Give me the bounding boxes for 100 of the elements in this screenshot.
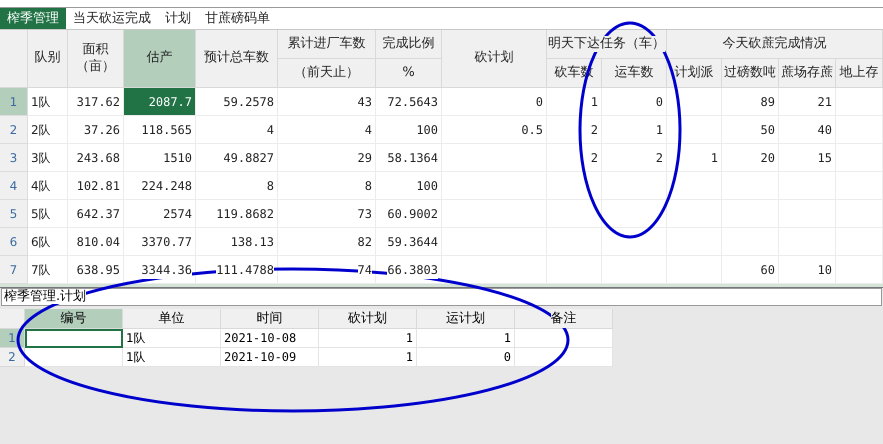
- panel-title: 榨季管理.计划: [1, 288, 882, 306]
- column-header[interactable]: 编号: [25, 309, 123, 329]
- empty-cell: [667, 88, 722, 116]
- table-cell: 1: [319, 348, 417, 367]
- table-cell: 40: [779, 116, 836, 144]
- table-cell: 1: [417, 329, 515, 348]
- table-cell: 1: [319, 329, 417, 348]
- table-cell: 102.81: [68, 172, 124, 200]
- table-cell: 37.26: [68, 116, 124, 144]
- column-header[interactable]: 面积 （亩）: [68, 30, 124, 88]
- table-cell: 1队: [28, 88, 68, 116]
- column-header[interactable]: 计划派: [667, 59, 722, 88]
- row-number[interactable]: 6: [0, 228, 28, 256]
- column-header[interactable]: 累计进厂车数: [278, 30, 376, 59]
- table-cell: 224.248: [124, 172, 196, 200]
- column-subheader: %: [376, 59, 442, 88]
- tab[interactable]: 榨季管理: [0, 8, 66, 29]
- row-number[interactable]: 4: [0, 172, 28, 200]
- table-cell: 43: [278, 88, 376, 116]
- table-cell: 2队: [28, 116, 68, 144]
- table-cell: 60.9002: [376, 200, 442, 228]
- column-header[interactable]: 队别: [28, 30, 68, 88]
- table-cell: 4: [196, 116, 278, 144]
- table-cell: 111.4788: [196, 256, 278, 284]
- column-header[interactable]: 运计划: [417, 309, 515, 329]
- row-number[interactable]: 7: [0, 256, 28, 284]
- empty-cell: [602, 172, 667, 200]
- table-cell: 82: [278, 228, 376, 256]
- table-cell: 3队: [28, 144, 68, 172]
- column-header[interactable]: 运车数: [602, 59, 667, 88]
- empty-cell: [547, 172, 602, 200]
- column-group-header: 今天砍蔗完成情况: [667, 30, 883, 59]
- empty-cell: [667, 116, 722, 144]
- table-cell: 59.3644: [376, 228, 442, 256]
- column-header[interactable]: 预计总车数: [196, 30, 278, 88]
- table-cell: 8: [196, 172, 278, 200]
- table-cell: 15: [779, 144, 836, 172]
- table-cell: 0: [442, 88, 547, 116]
- table-cell: 119.8682: [196, 200, 278, 228]
- table-cell: 1: [667, 144, 722, 172]
- table-cell: 0.5: [442, 116, 547, 144]
- table-cell: 2: [547, 116, 602, 144]
- table-cell: 59.2578: [196, 88, 278, 116]
- column-group-header: 明天下达任务（车）: [547, 30, 667, 59]
- table-cell: 72.5643: [376, 88, 442, 116]
- empty-cell: [667, 200, 722, 228]
- row-number[interactable]: 2: [0, 348, 25, 367]
- table-cell: 29: [278, 144, 376, 172]
- table-cell: 2021-10-08: [221, 329, 319, 348]
- table-cell: 1队: [123, 348, 221, 367]
- column-subheader: （前天止）: [278, 59, 376, 88]
- empty-cell: [667, 172, 722, 200]
- table-cell: 4队: [28, 172, 68, 200]
- table-cell: 3370.77: [124, 228, 196, 256]
- row-number[interactable]: 5: [0, 200, 28, 228]
- table-cell: 58.1364: [376, 144, 442, 172]
- table-cell: 1: [547, 88, 602, 116]
- table-cell: 5队: [28, 200, 68, 228]
- splitter-bar[interactable]: [0, 284, 883, 288]
- empty-cell: [547, 200, 602, 228]
- column-header[interactable]: 蔗场存蔗: [779, 59, 836, 88]
- table-cell: 3344.36: [124, 256, 196, 284]
- table-cell: 49.8827: [196, 144, 278, 172]
- table-cell: 2: [602, 144, 667, 172]
- table-cell: 2574: [124, 200, 196, 228]
- column-header[interactable]: 单位: [123, 309, 221, 329]
- table-cell: 4: [278, 116, 376, 144]
- table-cell: 317.62: [68, 88, 124, 116]
- corner-cell[interactable]: [0, 30, 28, 88]
- row-number[interactable]: 3: [0, 144, 28, 172]
- column-header[interactable]: 时间: [221, 309, 319, 329]
- table-cell: 100: [376, 116, 442, 144]
- active-cell[interactable]: [25, 329, 123, 348]
- table-cell: 21: [779, 88, 836, 116]
- table-cell: 2087.7: [124, 88, 196, 116]
- table-cell: 243.68: [68, 144, 124, 172]
- table-cell: 89: [722, 88, 779, 116]
- table-cell: 66.3803: [376, 256, 442, 284]
- column-header[interactable]: 完成比例: [376, 30, 442, 59]
- table-cell: 8: [278, 172, 376, 200]
- empty-cell: [602, 228, 667, 256]
- column-header[interactable]: 过磅数吨: [722, 59, 779, 88]
- table-cell: 642.37: [68, 200, 124, 228]
- row-number[interactable]: 2: [0, 116, 28, 144]
- table-cell: 2: [547, 144, 602, 172]
- corner-cell[interactable]: [0, 309, 25, 329]
- table-cell: 118.565: [124, 116, 196, 144]
- table-cell: 100: [376, 172, 442, 200]
- table-cell: 638.95: [68, 256, 124, 284]
- table-cell: 0: [417, 348, 515, 367]
- column-header[interactable]: 备注: [515, 309, 613, 329]
- column-header[interactable]: 砍计划: [319, 309, 417, 329]
- table-cell: 0: [602, 88, 667, 116]
- table-cell: 20: [722, 144, 779, 172]
- table-cell: 6队: [28, 228, 68, 256]
- table-cell: 1510: [124, 144, 196, 172]
- column-header[interactable]: 估产: [124, 30, 196, 88]
- table-cell: 810.04: [68, 228, 124, 256]
- column-header[interactable]: 地上存: [836, 59, 883, 88]
- column-header[interactable]: 砍计划: [442, 30, 547, 88]
